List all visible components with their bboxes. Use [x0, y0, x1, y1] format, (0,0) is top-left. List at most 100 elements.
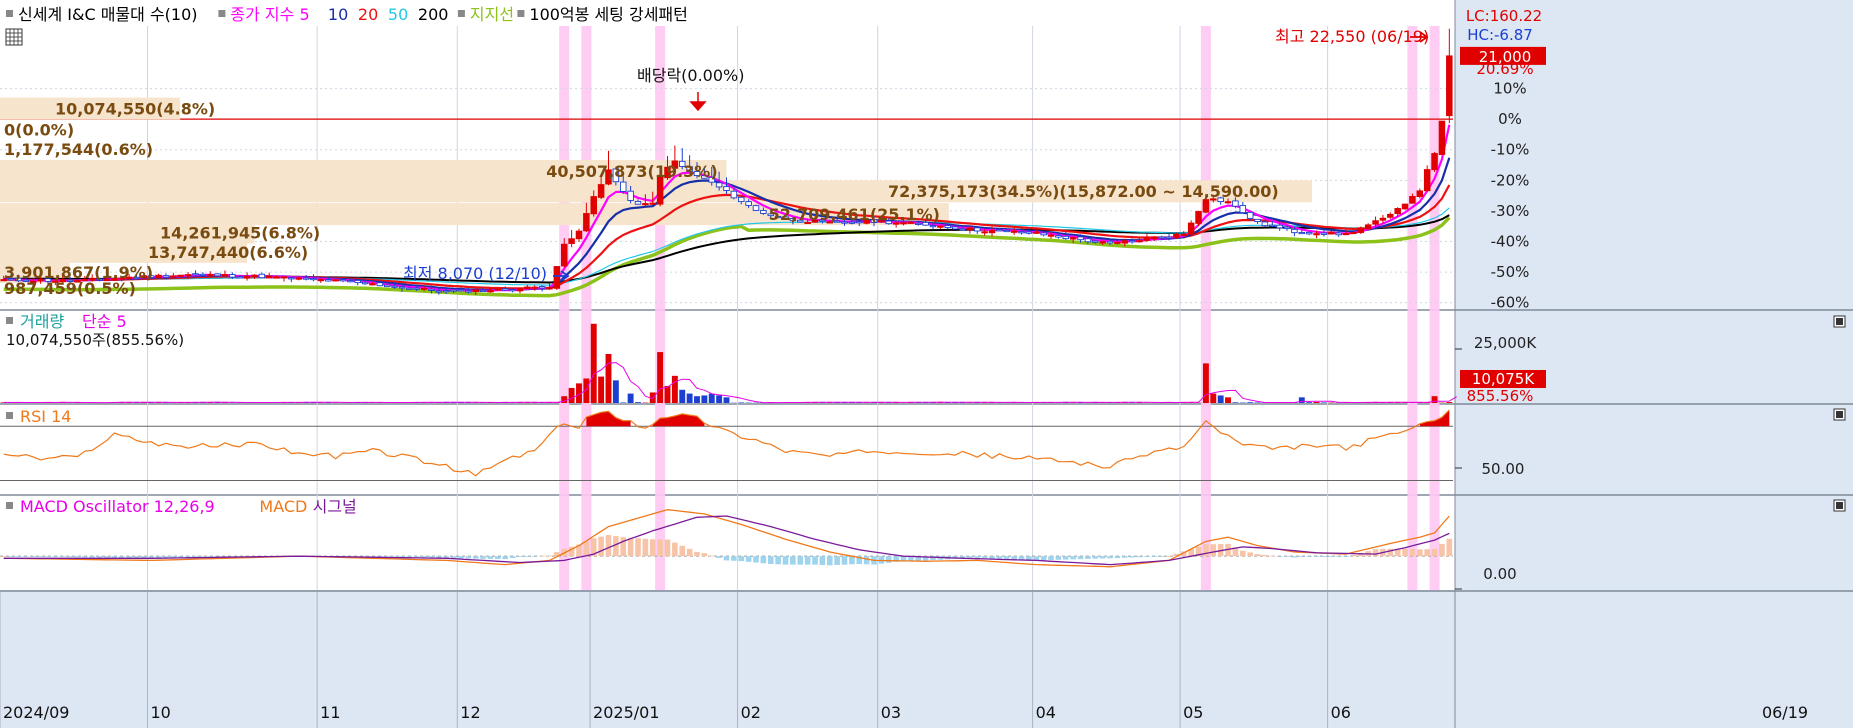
- macd-osc-bar: [841, 556, 848, 565]
- volume-bar: [701, 395, 708, 403]
- candle: [553, 266, 561, 289]
- x-tick-label: 05: [1183, 703, 1203, 722]
- macd-osc-bar: [797, 556, 804, 565]
- candle: [1195, 211, 1202, 224]
- macd-osc-bar: [1409, 549, 1416, 557]
- volume-legend: 단순 5: [82, 312, 127, 331]
- volume-bar: [657, 352, 664, 403]
- macd-osc-bar: [1114, 556, 1121, 559]
- candle: [398, 286, 406, 289]
- candle: [642, 203, 649, 206]
- macd-osc-bar: [524, 556, 531, 557]
- macd-osc-bar: [849, 556, 855, 565]
- volume-profile-label: 14,261,945(6.8%): [160, 224, 320, 243]
- candle: [1099, 241, 1106, 244]
- candle: [1269, 224, 1276, 227]
- macd-osc-bar: [111, 556, 118, 558]
- candle: [1062, 235, 1070, 240]
- macd-osc-bar: [819, 556, 826, 565]
- candle: [1055, 235, 1062, 238]
- volume-bar: [694, 396, 700, 403]
- candle: [258, 273, 266, 279]
- header-label: 100억봉 세팅 강세패턴: [529, 5, 687, 24]
- candle: [981, 231, 988, 234]
- macd-osc-bar: [701, 553, 708, 557]
- macd-osc-bar: [487, 556, 494, 559]
- rsi-legend: RSI 14: [20, 407, 71, 426]
- macd-osc-bar: [0, 556, 7, 557]
- candle: [1084, 238, 1092, 243]
- macd-osc-bar: [642, 538, 649, 557]
- candle: [428, 288, 435, 291]
- macd-osc-bar: [782, 556, 789, 565]
- macd-osc-bar: [790, 556, 796, 565]
- macd-osc-bar: [760, 556, 767, 564]
- macd-osc-bar: [96, 556, 103, 558]
- candle: [310, 278, 317, 281]
- macd-osc-bar: [664, 539, 671, 557]
- candle: [295, 277, 302, 280]
- macd-osc-bar: [1284, 556, 1290, 557]
- candle: [1128, 240, 1136, 243]
- candle: [590, 196, 597, 215]
- macd-osc-bar: [605, 535, 612, 557]
- x-last-date-label: 06/19: [1762, 703, 1808, 722]
- candle: [1232, 200, 1239, 207]
- close-icon-inner: [1836, 502, 1843, 509]
- candle: [627, 190, 634, 201]
- macd-osc-bar: [480, 556, 486, 559]
- volume-y-tick: 25,000K: [1474, 334, 1537, 352]
- volume-info: 10,074,550주(855.56%): [6, 331, 184, 349]
- legend-marker: [457, 10, 465, 17]
- close-icon-inner: [1836, 411, 1843, 418]
- volume-bar: [598, 376, 605, 403]
- candle: [1003, 229, 1011, 233]
- highlight-stripe: [1407, 26, 1418, 590]
- volume-bar: [612, 380, 619, 403]
- volume-bar: [1320, 402, 1327, 403]
- volume-profile-label: 1,177,544(0.6%): [4, 140, 153, 159]
- macd-osc-bar: [74, 556, 81, 558]
- candle: [1328, 231, 1335, 235]
- panel-frames: [0, 0, 1853, 728]
- macd-osc-bar: [1328, 556, 1335, 557]
- volume-bar: [1446, 402, 1453, 403]
- candle: [1291, 228, 1298, 234]
- candle: [966, 227, 974, 231]
- candle: [339, 279, 347, 282]
- candle: [1416, 190, 1424, 197]
- macd-osc-bar: [738, 556, 745, 562]
- macd-osc-bar: [1417, 549, 1423, 557]
- macd-osc-bar: [1018, 556, 1025, 560]
- volume-bar: [1254, 402, 1261, 403]
- candle: [951, 226, 959, 230]
- volume-bar: [1306, 402, 1313, 403]
- bottom-axis-panel: [0, 590, 1853, 728]
- macd-osc-bar: [753, 556, 759, 563]
- macd-osc-bar: [812, 556, 818, 565]
- macd-osc-bar: [539, 555, 545, 557]
- candle: [243, 275, 251, 279]
- macd-osc-bar: [517, 556, 523, 557]
- candle: [420, 287, 428, 290]
- candle: [1298, 232, 1306, 235]
- candle: [1158, 236, 1165, 239]
- candle: [265, 275, 273, 279]
- macd-osc-bar: [502, 556, 509, 560]
- price-tick-label: 10%: [1493, 80, 1526, 98]
- macd-osc-bar: [598, 536, 604, 557]
- candle: [361, 281, 369, 285]
- low-label: 최저 8,070 (12/10): [403, 264, 547, 283]
- candle: [1018, 231, 1025, 234]
- x-tick-label: 2024/09: [3, 703, 69, 722]
- candle: [354, 280, 361, 284]
- candle: [442, 290, 450, 293]
- volume-current-pct: 855.56%: [1467, 387, 1534, 405]
- volume-bar: [1210, 393, 1217, 403]
- volume-bar: [1217, 395, 1224, 403]
- x-tick-label: 12: [460, 703, 480, 722]
- macd-osc-bar: [635, 538, 641, 557]
- volume-profile-label: 72,375,173(34.5%)(15,872.00 ~ 14,590.00): [888, 182, 1279, 201]
- legend-marker: [6, 412, 13, 419]
- candle: [1401, 203, 1409, 210]
